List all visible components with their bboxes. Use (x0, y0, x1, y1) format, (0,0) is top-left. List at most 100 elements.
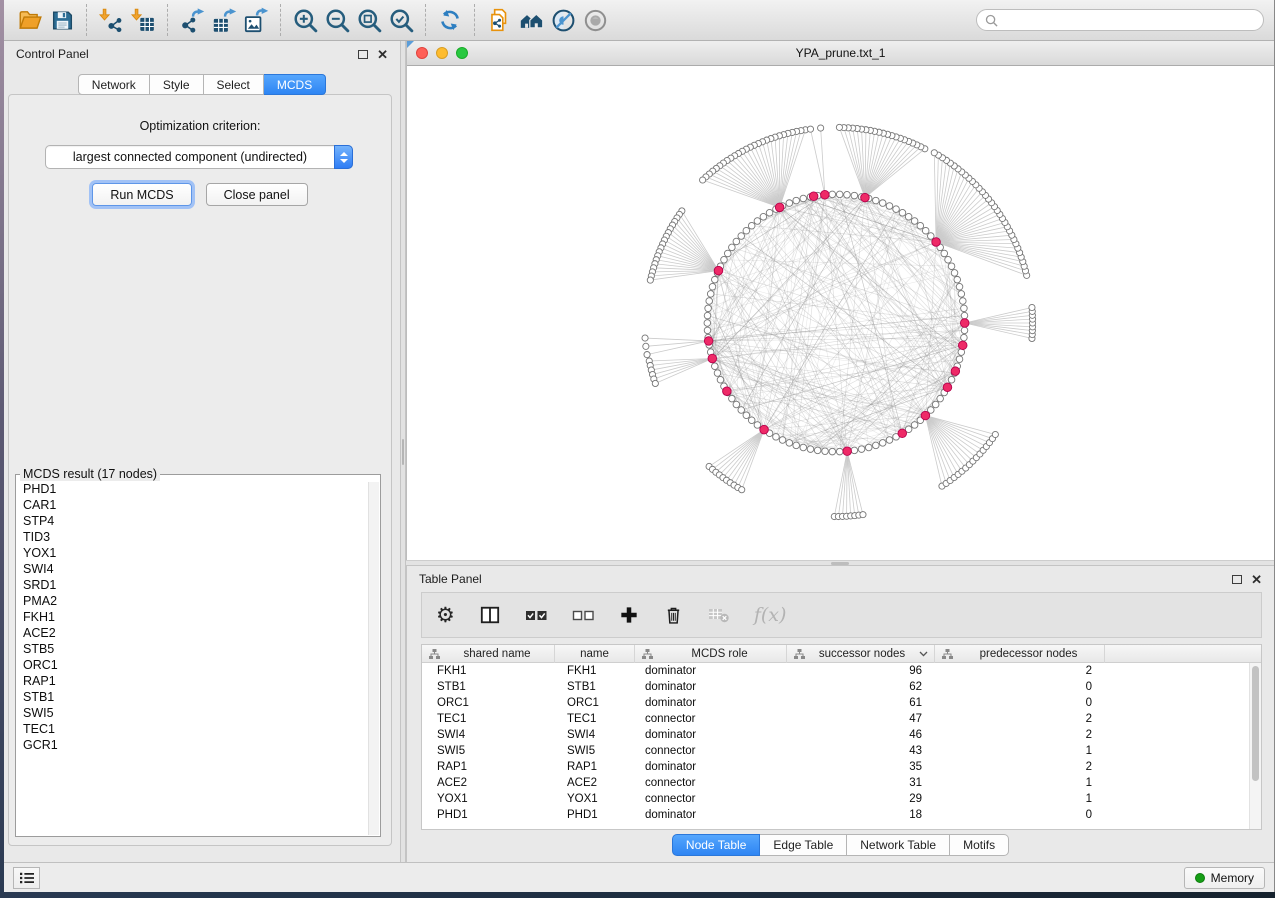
table-options-button[interactable]: ⚙ (436, 600, 455, 630)
delete-table-button[interactable] (708, 600, 730, 630)
export-table-button[interactable] (208, 4, 240, 36)
float-panel-icon[interactable] (358, 50, 368, 59)
close-window-icon[interactable] (416, 47, 428, 59)
mcds-result-item[interactable]: SRD1 (17, 577, 367, 593)
table-cell: RAP1 (422, 761, 555, 773)
mcds-result-item[interactable]: GCR1 (17, 737, 367, 753)
add-row-button[interactable] (619, 600, 639, 630)
refresh-view-button[interactable] (434, 4, 466, 36)
table-tabs: Node TableEdge TableNetwork TableMotifs (407, 834, 1274, 856)
column-header-shared-name[interactable]: shared name (422, 645, 555, 663)
save-session-button[interactable] (46, 4, 78, 36)
import-network-button[interactable] (95, 4, 127, 36)
mcds-result-item[interactable]: SWI4 (17, 561, 367, 577)
table-cell: TEC1 (555, 713, 635, 725)
zoom-fit-icon (356, 7, 383, 34)
mcds-result-item[interactable]: STB5 (17, 641, 367, 657)
splitter-handle[interactable] (402, 439, 404, 465)
column-header-successor-nodes[interactable]: successor nodes (787, 645, 935, 663)
table-row[interactable]: SWI4SWI4dominator462 (422, 727, 1249, 743)
zoom-out-button[interactable] (321, 4, 353, 36)
close-panel-icon[interactable]: ✕ (377, 48, 388, 61)
tab-select[interactable]: Select (204, 74, 264, 95)
export-image-button[interactable] (240, 4, 272, 36)
mcds-result-item[interactable]: PMA2 (17, 593, 367, 609)
table-row[interactable]: SWI5SWI5connector431 (422, 743, 1249, 759)
optimization-criterion-select[interactable]: largest connected component (undirected) (45, 145, 353, 169)
table-cell: 35 (787, 761, 935, 773)
toolbar-search[interactable] (976, 9, 1264, 31)
table-cell: 2 (935, 713, 1105, 725)
table-tab-edge-table[interactable]: Edge Table (760, 834, 847, 856)
mcds-result-item[interactable]: SWI5 (17, 705, 367, 721)
table-tab-network-table[interactable]: Network Table (847, 834, 950, 856)
select-all-button[interactable] (525, 600, 548, 630)
mcds-result-item[interactable]: ACE2 (17, 625, 367, 641)
open-file-button[interactable] (14, 4, 46, 36)
mcds-result-item[interactable]: PHD1 (17, 481, 367, 497)
deselect-all-button[interactable] (572, 600, 595, 630)
scrollbar-thumb[interactable] (1252, 666, 1259, 781)
close-panel-icon[interactable]: ✕ (1251, 573, 1262, 586)
table-row[interactable]: YOX1YOX1connector291 (422, 791, 1249, 807)
tab-style[interactable]: Style (150, 74, 204, 95)
table-row[interactable]: ORC1ORC1dominator610 (422, 695, 1249, 711)
delete-table-icon (708, 606, 730, 624)
table-row[interactable]: FKH1FKH1dominator962 (422, 663, 1249, 679)
table-row[interactable]: STB1STB1dominator620 (422, 679, 1249, 695)
table-row[interactable]: PHD1PHD1dominator180 (422, 807, 1249, 823)
zoom-selected-button[interactable] (385, 4, 417, 36)
import-table-icon (130, 7, 156, 33)
table-tab-motifs[interactable]: Motifs (950, 834, 1009, 856)
tab-network[interactable]: Network (78, 74, 150, 95)
import-table-button[interactable] (127, 4, 159, 36)
table-row[interactable]: TEC1TEC1connector472 (422, 711, 1249, 727)
tab-mcds[interactable]: MCDS (264, 74, 326, 95)
home-button[interactable] (515, 4, 547, 36)
splitter-handle[interactable] (831, 562, 849, 565)
mcds-result-item[interactable]: YOX1 (17, 545, 367, 561)
show-graphics-button[interactable] (579, 4, 611, 36)
column-header-mcds-role[interactable]: MCDS role (635, 645, 787, 663)
export-network-button[interactable] (176, 4, 208, 36)
mcds-result-item[interactable]: STB1 (17, 689, 367, 705)
delete-rows-button[interactable] (663, 600, 684, 630)
task-history-button[interactable] (13, 867, 40, 889)
memory-label: Memory (1211, 871, 1254, 885)
mcds-result-item[interactable]: RAP1 (17, 673, 367, 689)
run-mcds-button[interactable]: Run MCDS (92, 183, 191, 206)
float-panel-icon[interactable] (1232, 575, 1242, 584)
network-canvas[interactable] (407, 66, 1274, 560)
mcds-result-item[interactable]: FKH1 (17, 609, 367, 625)
table-cell: 0 (935, 697, 1105, 709)
zoom-fit-button[interactable] (353, 4, 385, 36)
mcds-result-item[interactable]: CAR1 (17, 497, 367, 513)
table-scrollbar[interactable] (1249, 663, 1261, 829)
mcds-result-item[interactable]: TID3 (17, 529, 367, 545)
function-builder-button[interactable]: f(x) (754, 600, 787, 630)
toolbar-separator (167, 4, 168, 36)
table-tab-node-table[interactable]: Node Table (672, 834, 761, 856)
search-input[interactable] (1003, 12, 1255, 28)
maximize-window-icon[interactable] (456, 47, 468, 59)
share-document-button[interactable] (483, 4, 515, 36)
table-row[interactable]: ACE2ACE2connector311 (422, 775, 1249, 791)
mcds-result-item[interactable]: STP4 (17, 513, 367, 529)
show-column-button[interactable] (479, 600, 501, 630)
column-header-name[interactable]: name (555, 645, 635, 663)
network-titlebar[interactable]: YPA_prune.txt_1 (407, 41, 1274, 66)
column-header-predecessor-nodes[interactable]: predecessor nodes (935, 645, 1105, 663)
gear-icon: ⚙ (436, 605, 455, 626)
mcds-list-scrollbar[interactable] (368, 482, 379, 835)
table-cell: 0 (935, 681, 1105, 693)
mcds-result-item[interactable]: TEC1 (17, 721, 367, 737)
hide-graphics-button[interactable] (547, 4, 579, 36)
table-cell: connector (635, 793, 787, 805)
mcds-result-item[interactable]: ORC1 (17, 657, 367, 673)
minimize-window-icon[interactable] (436, 47, 448, 59)
zoom-in-button[interactable] (289, 4, 321, 36)
close-panel-button[interactable]: Close panel (206, 183, 308, 206)
memory-button[interactable]: Memory (1184, 867, 1265, 889)
table-row[interactable]: RAP1RAP1dominator352 (422, 759, 1249, 775)
plus-icon (619, 605, 639, 625)
